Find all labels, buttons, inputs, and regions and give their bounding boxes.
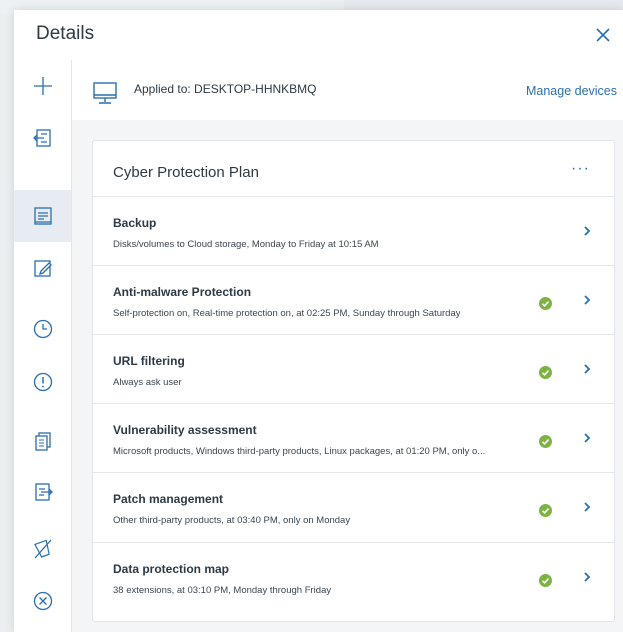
sidebar-item-alerts[interactable] bbox=[14, 356, 71, 408]
plan-title: Cyber Protection Plan bbox=[113, 164, 259, 181]
module-row-patch-management[interactable]: Patch management Other third-party produ… bbox=[93, 472, 614, 542]
module-description: Always ask user bbox=[113, 377, 182, 388]
module-title: URL filtering bbox=[113, 354, 185, 368]
clock-icon bbox=[33, 319, 52, 339]
module-row-url-filtering[interactable]: URL filtering Always ask user bbox=[93, 334, 614, 404]
sidebar-item-plan-details[interactable] bbox=[14, 190, 71, 242]
close-icon bbox=[596, 28, 610, 42]
plan-details-icon bbox=[33, 207, 52, 225]
chevron-right-icon bbox=[584, 226, 591, 236]
apply-plan-icon bbox=[32, 129, 51, 147]
module-title: Data protection map bbox=[113, 562, 230, 576]
alert-icon bbox=[33, 372, 52, 392]
chevron-right-icon bbox=[584, 295, 591, 305]
module-description: Disks/volumes to Cloud storage, Monday t… bbox=[113, 239, 379, 250]
status-ok-icon bbox=[539, 574, 552, 587]
plan-card: Cyber Protection Plan ··· Backup Disks/v… bbox=[92, 140, 615, 622]
manage-devices-link[interactable]: Manage devices bbox=[526, 84, 617, 98]
export-icon bbox=[34, 483, 53, 501]
applied-to-bar: Applied to: DESKTOP-HHNKBMQ Manage devic… bbox=[72, 60, 623, 120]
sidebar bbox=[14, 60, 72, 632]
chevron-right-icon bbox=[584, 572, 591, 582]
module-description: Other third-party products, at 03:40 PM,… bbox=[113, 515, 351, 526]
module-title: Anti-malware Protection bbox=[113, 285, 252, 299]
sidebar-item-export[interactable] bbox=[14, 466, 71, 518]
disable-icon bbox=[33, 539, 51, 559]
revoke-icon bbox=[33, 591, 52, 611]
details-panel: Details Applied to: DESKTOP-HHNKBMQ Mana… bbox=[14, 10, 623, 632]
details-content: Applied to: DESKTOP-HHNKBMQ Manage devic… bbox=[72, 60, 623, 632]
module-row-anti-malware[interactable]: Anti-malware Protection Self-protection … bbox=[93, 265, 614, 335]
more-options-button[interactable]: ··· bbox=[571, 160, 590, 178]
status-ok-icon bbox=[539, 504, 552, 517]
sidebar-item-edit[interactable] bbox=[14, 242, 71, 294]
status-ok-icon bbox=[539, 366, 552, 379]
chevron-right-icon bbox=[584, 502, 591, 512]
chevron-right-icon bbox=[584, 433, 591, 443]
sidebar-item-clone[interactable] bbox=[14, 415, 71, 467]
sidebar-item-disable[interactable] bbox=[14, 523, 71, 575]
module-row-backup[interactable]: Backup Disks/volumes to Cloud storage, M… bbox=[93, 196, 614, 266]
sidebar-item-add[interactable] bbox=[14, 60, 71, 112]
panel-title: Details bbox=[36, 23, 95, 44]
chevron-right-icon bbox=[584, 364, 591, 374]
sidebar-item-revoke[interactable] bbox=[14, 575, 71, 627]
close-button[interactable] bbox=[593, 25, 613, 45]
sidebar-item-apply-plan[interactable] bbox=[14, 112, 71, 164]
module-title: Backup bbox=[113, 216, 157, 230]
sidebar-item-schedule[interactable] bbox=[14, 303, 71, 355]
module-title: Patch management bbox=[113, 492, 224, 506]
monitor-icon bbox=[93, 82, 117, 104]
module-title: Vulnerability assessment bbox=[113, 423, 257, 437]
panel-header: Details bbox=[14, 10, 623, 60]
edit-icon bbox=[33, 260, 52, 277]
module-row-data-protection-map[interactable]: Data protection map 38 extensions, at 03… bbox=[93, 542, 614, 612]
status-ok-icon bbox=[539, 435, 552, 448]
status-ok-icon bbox=[539, 297, 552, 310]
module-description: Microsoft products, Windows third-party … bbox=[113, 446, 486, 457]
module-row-vulnerability-assessment[interactable]: Vulnerability assessment Microsoft produ… bbox=[93, 403, 614, 473]
copy-icon bbox=[34, 432, 51, 451]
applied-to-text: Applied to: DESKTOP-HHNKBMQ bbox=[134, 82, 317, 96]
module-description: 38 extensions, at 03:10 PM, Monday throu… bbox=[113, 585, 332, 596]
module-description: Self-protection on, Real-time protection… bbox=[113, 308, 461, 319]
plus-icon bbox=[33, 77, 52, 95]
